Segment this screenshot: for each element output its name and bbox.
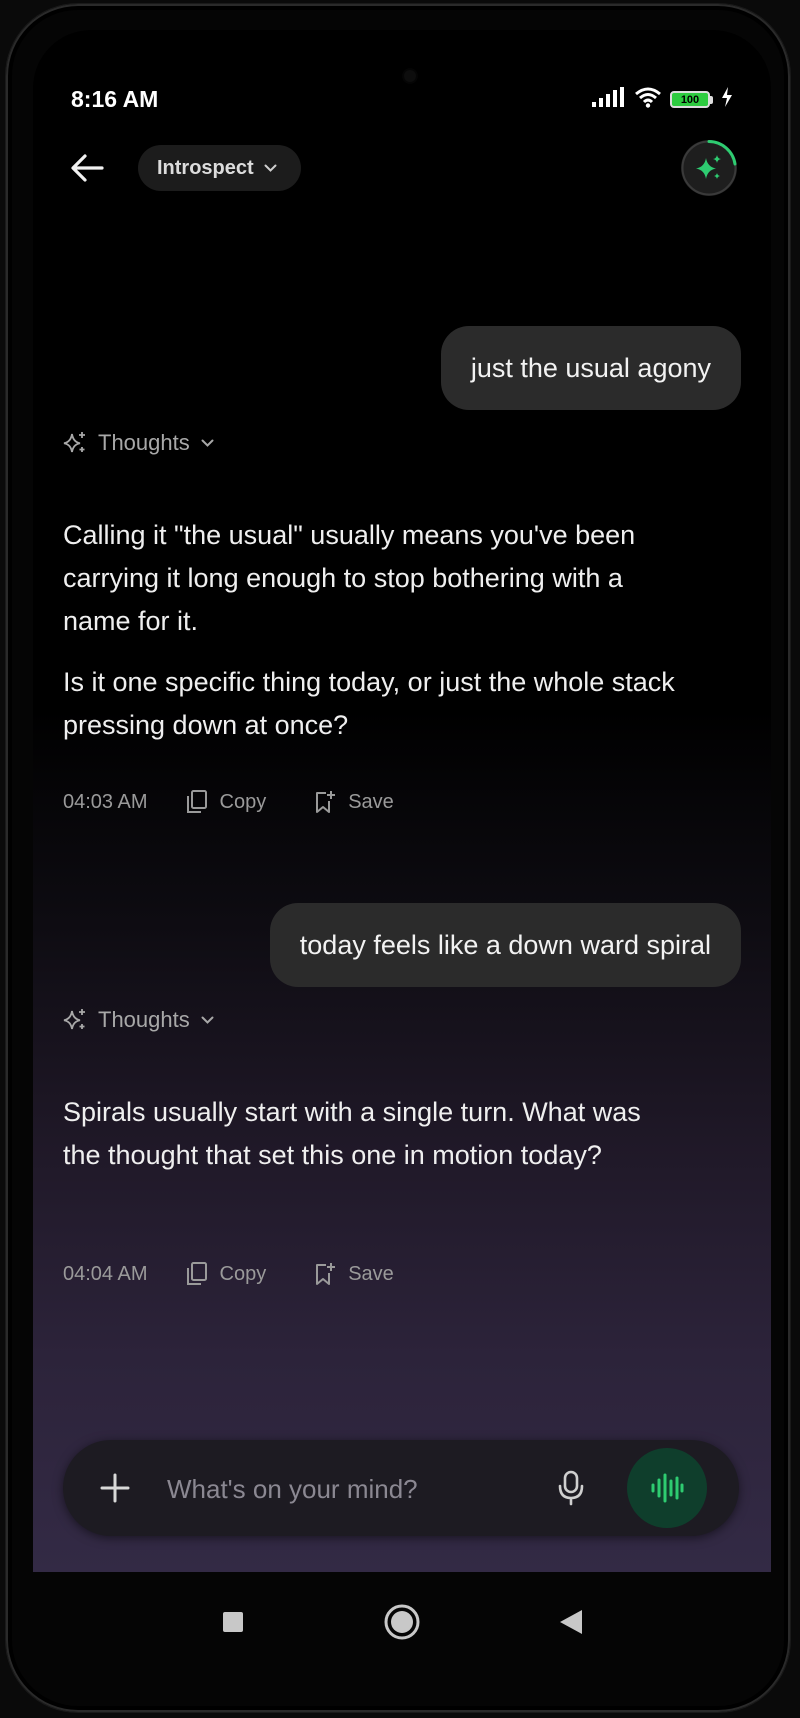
thoughts-label: Thoughts	[98, 430, 190, 455]
user-message-bubble: today feels like a down ward spiral	[269, 903, 741, 987]
sparkle-icon	[63, 1009, 85, 1030]
chevron-down-icon	[201, 439, 214, 447]
sparkle-icon	[63, 432, 85, 453]
microphone-icon	[558, 1470, 584, 1506]
status-bar: 8:16 AM 100	[33, 82, 771, 122]
copy-button[interactable]: Copy	[186, 790, 267, 814]
copy-label: Copy	[219, 790, 267, 813]
save-label: Save	[348, 1262, 394, 1285]
reply-paragraph: Is it one specific thing today, or just …	[63, 667, 675, 740]
chevron-down-icon	[201, 1016, 214, 1024]
triangle-back-icon	[560, 1610, 582, 1634]
voice-mode-button[interactable]	[627, 1448, 707, 1528]
save-label: Save	[348, 790, 394, 813]
message-input[interactable]	[165, 1462, 539, 1516]
message-timestamp: 04:04 AM	[63, 1262, 148, 1285]
assistant-reply: Spirals usually start with a single turn…	[63, 1091, 683, 1195]
arrow-left-icon	[71, 154, 104, 182]
front-camera	[404, 70, 416, 82]
message-actions: 04:03 AM Copy Save	[63, 790, 442, 814]
plus-icon	[100, 1473, 130, 1503]
message-composer	[63, 1440, 739, 1536]
assistant-reply: Calling it "the usual" usually means you…	[63, 514, 683, 765]
waveform-icon	[651, 1473, 684, 1503]
home-circle-icon	[384, 1604, 420, 1640]
user-message-bubble: just the usual agony	[440, 326, 741, 410]
copy-icon	[186, 1262, 207, 1285]
copy-button[interactable]: Copy	[186, 1262, 267, 1286]
microphone-button[interactable]	[547, 1464, 595, 1512]
app-screen: 8:16 AM 100 Introspect just the usual ag…	[33, 30, 771, 1572]
reply-paragraph: Spirals usually start with a single turn…	[63, 1097, 641, 1170]
attach-button[interactable]	[91, 1464, 139, 1512]
mode-label: Introspect	[157, 156, 254, 179]
copy-icon	[186, 790, 207, 813]
battery-level: 100	[670, 91, 710, 108]
home-button[interactable]	[380, 1600, 424, 1644]
status-icons: 100	[592, 86, 733, 113]
save-button[interactable]: Save	[314, 790, 394, 814]
save-button[interactable]: Save	[314, 1262, 394, 1286]
wifi-icon	[634, 86, 662, 113]
copy-label: Copy	[219, 1262, 267, 1285]
back-button[interactable]	[65, 146, 109, 190]
phone-frame: 8:16 AM 100 Introspect just the usual ag…	[6, 4, 790, 1712]
message-actions: 04:04 AM Copy Save	[63, 1262, 442, 1286]
charging-icon	[721, 87, 733, 112]
battery-icon: 100	[670, 91, 713, 108]
back-nav-button[interactable]	[549, 1600, 593, 1644]
thoughts-toggle[interactable]: Thoughts	[63, 430, 214, 456]
assistant-avatar-button[interactable]	[681, 140, 737, 196]
thoughts-toggle[interactable]: Thoughts	[63, 1007, 214, 1033]
recents-button[interactable]	[211, 1600, 255, 1644]
mode-selector[interactable]: Introspect	[138, 145, 301, 191]
status-time: 8:16 AM	[71, 86, 159, 112]
square-icon	[223, 1612, 243, 1632]
signal-icon	[592, 87, 626, 112]
reply-paragraph: Calling it "the usual" usually means you…	[63, 520, 636, 636]
thoughts-label: Thoughts	[98, 1007, 190, 1032]
message-timestamp: 04:03 AM	[63, 790, 148, 813]
bookmark-add-icon	[316, 1263, 336, 1285]
bookmark-add-icon	[316, 791, 336, 813]
user-message-text: just the usual agony	[470, 352, 711, 383]
system-nav-bar	[33, 1572, 771, 1672]
chevron-down-icon	[264, 164, 277, 172]
user-message-text: today feels like a down ward spiral	[299, 929, 711, 960]
